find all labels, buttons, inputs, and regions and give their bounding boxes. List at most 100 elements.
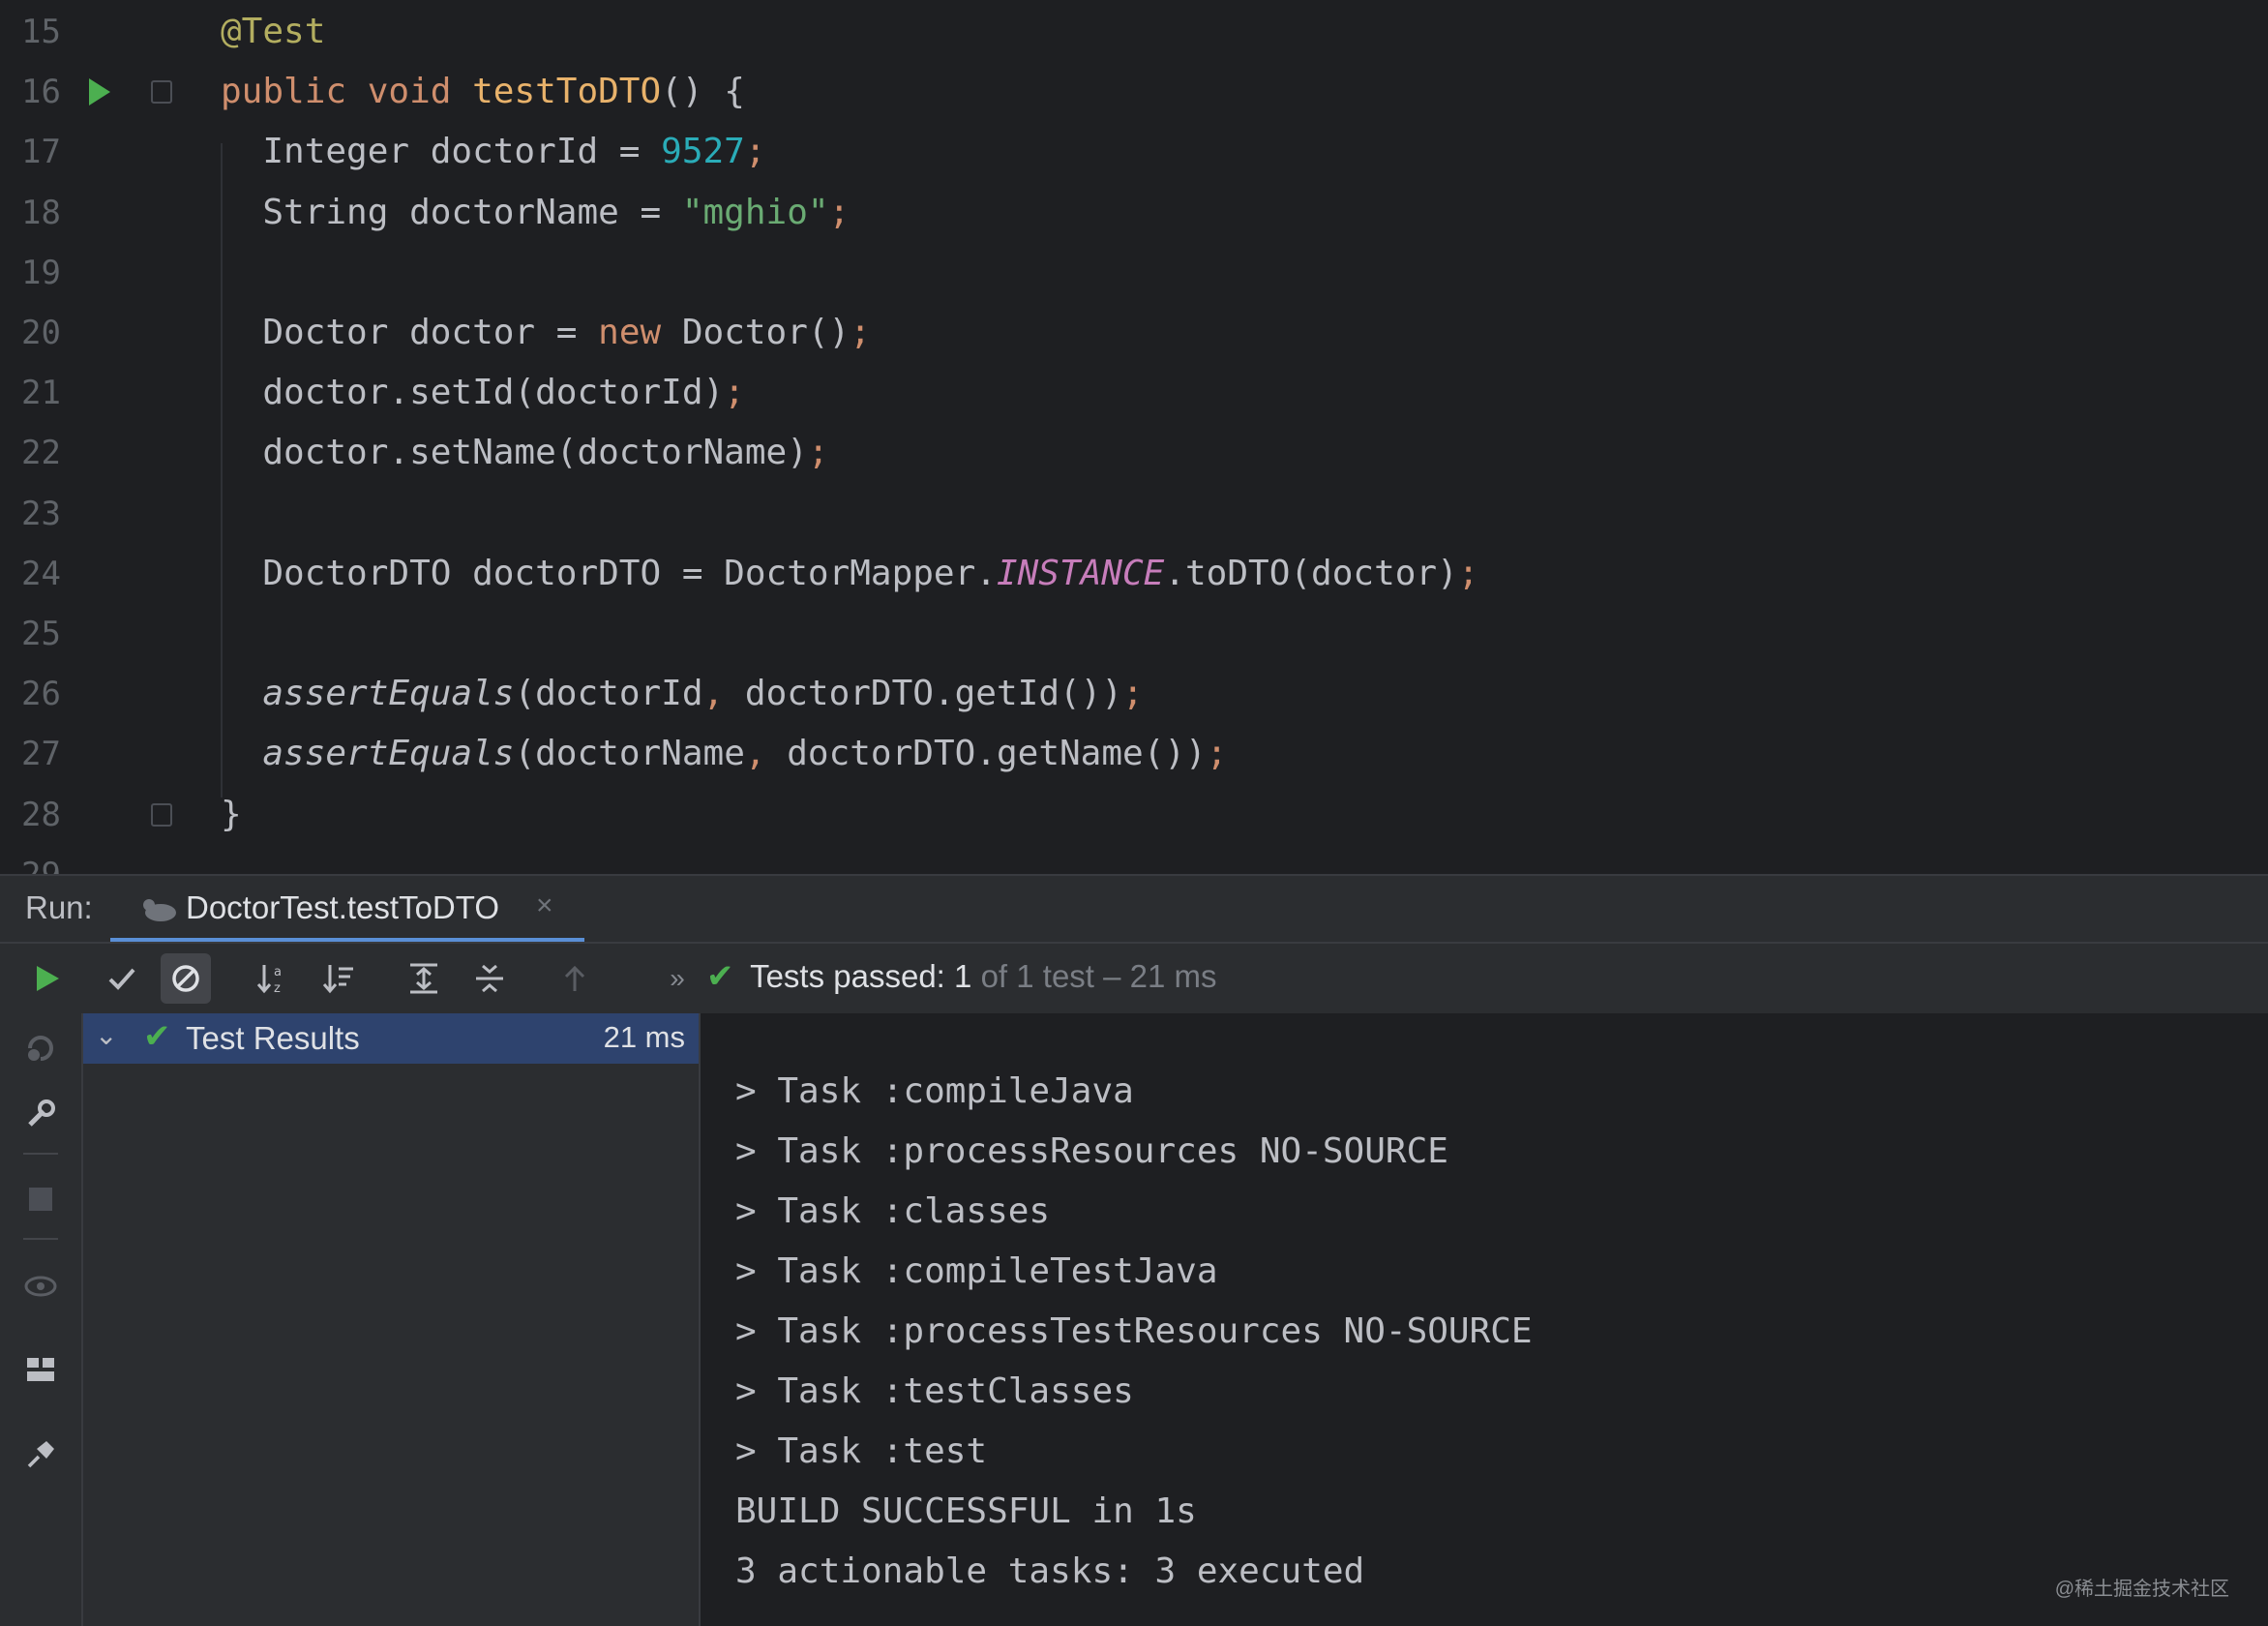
code-token: String doctorName = [221,192,682,232]
code-token: INSTANCE [996,553,1165,593]
check-icon: ✔ [706,958,734,995]
line-number: 15 [21,13,61,51]
code-token: ; [724,373,745,413]
sort-duration-icon [322,965,353,994]
code-line[interactable]: 17 Integer doctorId = 9527; [0,122,2268,182]
line-number: 18 [21,193,61,232]
code-line[interactable]: 22 doctor.setName(doctorName); [0,423,2268,483]
code-token: Doctor doctor = [221,313,599,352]
code-line[interactable]: 25 [0,604,2268,664]
run-tab[interactable]: DoctorTest.testToDTO × [110,876,584,944]
previous-failed-test-button[interactable] [550,953,600,1004]
code-line[interactable]: 19 [0,243,2268,303]
console-line: 3 actionable tasks: 3 executed [735,1551,1365,1591]
line-number: 28 [21,795,61,834]
code-line[interactable]: 15 @Test [0,2,2268,62]
code-line[interactable]: 28} [0,785,2268,845]
run-label: Run: [25,889,93,925]
run-tab-title: DoctorTest.testToDTO [186,889,499,925]
code-token: ; [1122,674,1144,714]
code-line[interactable]: 21 doctor.setId(doctorId); [0,363,2268,423]
pin-tab-button[interactable] [15,1430,66,1480]
code-token: ; [1206,734,1228,774]
line-number: 24 [21,554,61,593]
expand-all-icon [410,963,437,994]
close-icon[interactable]: × [536,889,553,922]
more-actions-button[interactable]: » [652,953,702,1004]
line-number: 20 [21,314,61,352]
settings-button[interactable] [15,1089,66,1139]
rerun-failed-button[interactable] [15,1023,66,1073]
toolbar-separator [23,1238,58,1240]
code-token: DoctorDTO doctorDTO = DoctorMapper. [221,553,997,593]
show-ignored-button[interactable] [161,953,211,1004]
layout-button[interactable] [15,1344,66,1395]
console-line: > Task :classes [735,1191,1051,1231]
tree-root-row[interactable]: ⌄ ✔ Test Results 21 ms [83,1013,699,1064]
fold-icon[interactable] [151,802,172,827]
console-line: > Task :testClasses [735,1371,1134,1411]
run-icon[interactable] [89,78,110,106]
sort-alpha-icon: az [256,965,282,996]
code-token: ; [744,132,766,172]
code-editor[interactable]: 15 @Test 16 public void testToDTO() {17 Int… [0,0,2268,874]
check-icon: ✔ [143,1018,171,1055]
code-text: doctor.setName(doctorName); [221,423,829,483]
stop-button[interactable] [15,1174,66,1224]
console-line: > Task :compileJava [735,1071,1134,1111]
code-text: } [221,785,242,845]
code-line[interactable]: 16 public void testToDTO() { [0,62,2268,122]
console-line: BUILD SUCCESSFUL in 1s [735,1491,1197,1531]
run-icon [37,966,59,991]
code-token: ; [807,433,829,473]
code-token: doctorDTO.getId()) [744,674,1123,714]
wrench-icon [28,1099,55,1127]
code-token: testToDTO [472,72,662,112]
console-line: > Task :processTestResources NO-SOURCE [735,1311,1533,1351]
ignored-icon [172,965,199,992]
test-status: ✔ Tests passed: 1 of 1 test – 21 ms [706,957,1217,996]
code-text: Doctor doctor = new Doctor(); [221,303,871,363]
code-text: doctor.setId(doctorId); [221,363,745,423]
code-token: , [702,674,745,714]
code-token: (doctorId [514,674,703,714]
code-line[interactable]: 20 Doctor doctor = new Doctor(); [0,303,2268,363]
collapse-all-button[interactable] [464,953,515,1004]
eye-icon [24,1276,57,1297]
sort-alphabetically-button[interactable]: az [248,953,298,1004]
line-number: 23 [21,494,61,533]
run-tool-window-header: Run: DoctorTest.testToDTO × [0,874,2268,944]
code-text: assertEquals(doctorId, doctorDTO.getId()… [221,664,1144,724]
code-line[interactable]: 18 String doctorName = "mghio"; [0,183,2268,243]
test-results-tree[interactable]: ⌄ ✔ Test Results 21 ms [83,1013,701,1626]
fold-icon[interactable] [151,80,172,105]
code-line[interactable]: 27 assertEquals(doctorName, doctorDTO.ge… [0,724,2268,784]
code-line[interactable]: 23 [0,484,2268,544]
run-side-toolbar [0,1013,83,1626]
view-button[interactable] [15,1261,66,1311]
console-line: > Task :processResources NO-SOURCE [735,1131,1448,1171]
sort-by-duration-button[interactable] [313,953,364,1004]
line-number: 22 [21,434,61,473]
code-token: ; [850,313,871,352]
chevron-down-icon[interactable]: ⌄ [95,1019,117,1051]
code-token: } [221,794,242,834]
code-token: doctorDTO.getName()) [787,734,1207,774]
show-passed-button[interactable] [97,953,147,1004]
console-output[interactable]: > Task :compileJava > Task :processResour… [701,1013,2268,1626]
check-icon [108,968,135,990]
toolbar-separator [23,1153,58,1155]
code-token: void [367,72,473,112]
code-line[interactable]: 24 DoctorDTO doctorDTO = DoctorMapper.IN… [0,544,2268,604]
svg-text:a: a [274,965,282,979]
code-text: Integer doctorId = 9527; [221,122,766,182]
rerun-button[interactable] [21,953,72,1004]
code-token: ; [1457,553,1479,593]
line-number: 29 [21,845,70,874]
expand-all-button[interactable] [399,953,449,1004]
line-number: 21 [21,374,61,413]
code-line[interactable]: 29 [0,845,2268,874]
code-line[interactable]: 26 assertEquals(doctorId, doctorDTO.getI… [0,664,2268,724]
code-token: "mghio" [681,192,829,232]
